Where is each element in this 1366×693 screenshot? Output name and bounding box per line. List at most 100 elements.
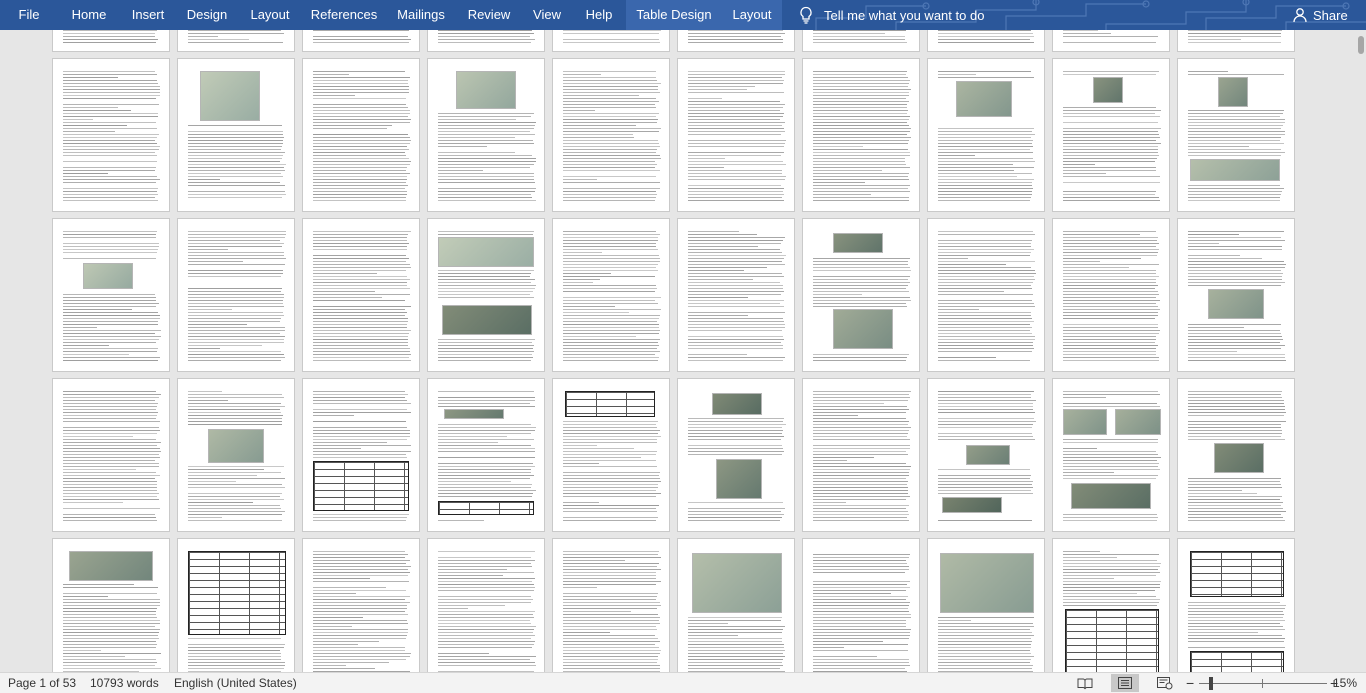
page-thumbnail[interactable] xyxy=(177,378,295,532)
page-thumbnail[interactable] xyxy=(677,378,795,532)
page-thumbnail[interactable] xyxy=(552,218,670,372)
page-thumbnail[interactable] xyxy=(1052,58,1170,212)
tab-help[interactable]: Help xyxy=(572,0,626,30)
text-line xyxy=(563,647,659,648)
page-thumbnail[interactable] xyxy=(677,538,795,672)
page-thumbnail[interactable] xyxy=(52,58,170,212)
page-thumbnail[interactable] xyxy=(302,30,420,52)
text-line xyxy=(188,403,281,404)
zoom-slider-track[interactable] xyxy=(1199,683,1327,684)
text-line xyxy=(563,557,661,558)
scrollbar-thumb[interactable] xyxy=(1358,36,1364,54)
page-thumbnail[interactable] xyxy=(427,378,545,532)
text-line xyxy=(563,200,656,201)
page-thumbnail[interactable] xyxy=(802,218,920,372)
page-thumbnail[interactable] xyxy=(177,218,295,372)
page-thumbnail[interactable] xyxy=(52,378,170,532)
page-thumbnail[interactable] xyxy=(552,30,670,52)
text-line xyxy=(438,557,531,558)
page-thumbnail[interactable] xyxy=(52,538,170,672)
page-thumbnail[interactable] xyxy=(927,30,1045,52)
page-thumbnail[interactable] xyxy=(1177,218,1295,372)
page-thumbnail[interactable] xyxy=(302,378,420,532)
page-thumbnail[interactable] xyxy=(177,30,295,52)
text-line xyxy=(313,321,408,322)
page-thumbnail[interactable] xyxy=(552,378,670,532)
page-thumbnail[interactable] xyxy=(1052,30,1170,52)
page-thumbnail[interactable] xyxy=(177,538,295,672)
page-thumbnail[interactable] xyxy=(1052,218,1170,372)
language-indicator[interactable]: English (United States) xyxy=(174,673,297,693)
page-thumbnail[interactable] xyxy=(302,218,420,372)
vertical-scrollbar[interactable] xyxy=(1356,30,1366,672)
text-line xyxy=(813,285,908,286)
tab-view[interactable]: View xyxy=(522,0,572,30)
page-thumbnail[interactable] xyxy=(427,58,545,212)
page-thumbnail[interactable] xyxy=(552,58,670,212)
zoom-out-button[interactable]: − xyxy=(1186,673,1194,693)
tab-design[interactable]: Design xyxy=(176,0,238,30)
page-thumbnail[interactable] xyxy=(677,218,795,372)
tab-review[interactable]: Review xyxy=(456,0,522,30)
read-mode-button[interactable] xyxy=(1071,674,1099,692)
page-thumbnail[interactable] xyxy=(302,538,420,672)
text-line xyxy=(63,520,157,521)
text-line xyxy=(1188,155,1281,156)
page-thumbnail[interactable] xyxy=(927,378,1045,532)
page-thumbnail[interactable] xyxy=(1177,30,1295,52)
page-thumbnail[interactable] xyxy=(802,58,920,212)
page-thumbnail[interactable] xyxy=(427,538,545,672)
tell-me-search[interactable]: Tell me what you want to do xyxy=(798,0,984,30)
page-thumbnail[interactable] xyxy=(927,538,1045,672)
text-line xyxy=(1188,122,1286,123)
page-thumbnail[interactable] xyxy=(802,538,920,672)
page-thumbnail[interactable] xyxy=(677,30,795,52)
page-thumbnail[interactable] xyxy=(1177,378,1295,532)
text-line xyxy=(938,285,1031,286)
text-line xyxy=(563,246,657,247)
tab-file[interactable]: File xyxy=(0,0,58,30)
text-line xyxy=(563,460,657,461)
text-line xyxy=(563,602,661,603)
text-line xyxy=(1063,300,1161,301)
text-line xyxy=(938,231,1034,232)
page-thumbnail[interactable] xyxy=(302,58,420,212)
page-thumbnail[interactable] xyxy=(552,538,670,672)
tab-home[interactable]: Home xyxy=(58,0,120,30)
document-area[interactable] xyxy=(0,30,1366,672)
page-thumbnail[interactable] xyxy=(802,378,920,532)
share-button[interactable]: Share xyxy=(1292,0,1348,30)
page-thumbnail[interactable] xyxy=(927,58,1045,212)
page-thumbnail[interactable] xyxy=(1052,538,1170,672)
page-thumbnail[interactable] xyxy=(52,218,170,372)
page-thumbnail[interactable] xyxy=(52,30,170,52)
tab-insert[interactable]: Insert xyxy=(120,0,176,30)
page-thumbnail[interactable] xyxy=(1052,378,1170,532)
page-thumbnail[interactable] xyxy=(802,30,920,52)
tab-references[interactable]: References xyxy=(302,0,386,30)
page-thumbnail[interactable] xyxy=(427,218,545,372)
web-layout-button[interactable] xyxy=(1151,674,1179,692)
tab-table-design[interactable]: Table Design xyxy=(626,0,722,30)
zoom-level[interactable]: 15% xyxy=(1333,673,1357,693)
word-count[interactable]: 10793 words xyxy=(90,673,159,693)
page-count[interactable]: Page 1 of 53 xyxy=(8,673,76,693)
text-line xyxy=(313,279,411,280)
page-thumbnail[interactable] xyxy=(927,218,1045,372)
page-thumbnail[interactable] xyxy=(1177,538,1295,672)
page-thumbnail[interactable] xyxy=(177,58,295,212)
text-line xyxy=(938,140,1034,141)
tab-table-layout[interactable]: Layout xyxy=(722,0,782,30)
page-thumbnail[interactable] xyxy=(427,30,545,52)
text-line xyxy=(63,484,158,485)
text-line xyxy=(563,95,639,96)
text-line xyxy=(63,170,156,171)
print-layout-button[interactable] xyxy=(1111,674,1139,692)
tab-mailings[interactable]: Mailings xyxy=(386,0,456,30)
page-thumbnail[interactable] xyxy=(1177,58,1295,212)
text-line xyxy=(63,71,156,72)
zoom-slider-thumb[interactable] xyxy=(1209,677,1213,690)
page-thumbnail[interactable] xyxy=(677,58,795,212)
text-line xyxy=(188,360,281,361)
tab-layout[interactable]: Layout xyxy=(238,0,302,30)
